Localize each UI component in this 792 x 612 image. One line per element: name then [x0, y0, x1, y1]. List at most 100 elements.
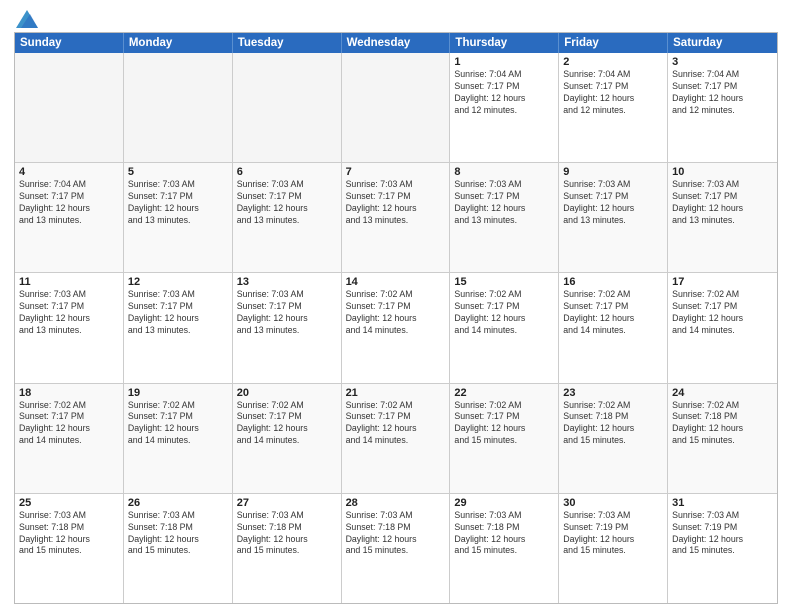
- calendar-cell: 7Sunrise: 7:03 AM Sunset: 7:17 PM Daylig…: [342, 163, 451, 272]
- cell-info: Sunrise: 7:03 AM Sunset: 7:18 PM Dayligh…: [128, 510, 228, 558]
- cell-info: Sunrise: 7:02 AM Sunset: 7:17 PM Dayligh…: [346, 289, 446, 337]
- cell-info: Sunrise: 7:03 AM Sunset: 7:17 PM Dayligh…: [128, 289, 228, 337]
- cell-info: Sunrise: 7:04 AM Sunset: 7:17 PM Dayligh…: [672, 69, 773, 117]
- day-number: 9: [563, 166, 663, 178]
- cell-info: Sunrise: 7:03 AM Sunset: 7:18 PM Dayligh…: [454, 510, 554, 558]
- cell-info: Sunrise: 7:03 AM Sunset: 7:17 PM Dayligh…: [128, 179, 228, 227]
- calendar-cell: 28Sunrise: 7:03 AM Sunset: 7:18 PM Dayli…: [342, 494, 451, 603]
- day-number: 8: [454, 166, 554, 178]
- calendar-cell: 18Sunrise: 7:02 AM Sunset: 7:17 PM Dayli…: [15, 384, 124, 493]
- cell-info: Sunrise: 7:02 AM Sunset: 7:17 PM Dayligh…: [563, 289, 663, 337]
- day-number: 23: [563, 387, 663, 399]
- day-number: 19: [128, 387, 228, 399]
- day-number: 22: [454, 387, 554, 399]
- day-number: 15: [454, 276, 554, 288]
- calendar-cell: [233, 53, 342, 162]
- calendar-cell: 16Sunrise: 7:02 AM Sunset: 7:17 PM Dayli…: [559, 273, 668, 382]
- calendar-cell: [124, 53, 233, 162]
- cell-info: Sunrise: 7:04 AM Sunset: 7:17 PM Dayligh…: [563, 69, 663, 117]
- cell-info: Sunrise: 7:02 AM Sunset: 7:17 PM Dayligh…: [237, 400, 337, 448]
- day-number: 30: [563, 497, 663, 509]
- day-number: 21: [346, 387, 446, 399]
- cell-info: Sunrise: 7:03 AM Sunset: 7:18 PM Dayligh…: [237, 510, 337, 558]
- calendar-body: 1Sunrise: 7:04 AM Sunset: 7:17 PM Daylig…: [15, 53, 777, 603]
- calendar-row-3: 11 Sunrise: 7:03 AM Sunset: 7:17 PM Dayli…: [15, 272, 777, 382]
- header-day-wednesday: Wednesday: [342, 33, 451, 53]
- day-number: 18: [19, 387, 119, 399]
- page: SundayMondayTuesdayWednesdayThursdayFrid…: [0, 0, 792, 612]
- calendar-cell: 11Sunrise: 7:03 AM Sunset: 7:17 PM Dayli…: [15, 273, 124, 382]
- calendar-row-4: 18Sunrise: 7:02 AM Sunset: 7:17 PM Dayli…: [15, 383, 777, 493]
- day-number: 10: [672, 166, 773, 178]
- calendar-row-1: 1Sunrise: 7:04 AM Sunset: 7:17 PM Daylig…: [15, 53, 777, 162]
- cell-info: Sunrise: 7:03 AM Sunset: 7:19 PM Dayligh…: [563, 510, 663, 558]
- calendar-cell: 27Sunrise: 7:03 AM Sunset: 7:18 PM Dayli…: [233, 494, 342, 603]
- calendar-cell: 13Sunrise: 7:03 AM Sunset: 7:17 PM Dayli…: [233, 273, 342, 382]
- cell-info: Sunrise: 7:02 AM Sunset: 7:17 PM Dayligh…: [454, 289, 554, 337]
- calendar-cell: [15, 53, 124, 162]
- header-day-monday: Monday: [124, 33, 233, 53]
- calendar-cell: 25Sunrise: 7:03 AM Sunset: 7:18 PM Dayli…: [15, 494, 124, 603]
- header-day-thursday: Thursday: [450, 33, 559, 53]
- calendar-cell: 2Sunrise: 7:04 AM Sunset: 7:17 PM Daylig…: [559, 53, 668, 162]
- logo: [14, 10, 38, 26]
- cell-info: Sunrise: 7:03 AM Sunset: 7:18 PM Dayligh…: [346, 510, 446, 558]
- day-number: 31: [672, 497, 773, 509]
- header: [14, 10, 778, 26]
- calendar-cell: 8Sunrise: 7:03 AM Sunset: 7:17 PM Daylig…: [450, 163, 559, 272]
- cell-info: Sunrise: 7:02 AM Sunset: 7:17 PM Dayligh…: [454, 400, 554, 448]
- cell-info: Sunrise: 7:02 AM Sunset: 7:18 PM Dayligh…: [672, 400, 773, 448]
- cell-info: Sunrise: 7:02 AM Sunset: 7:17 PM Dayligh…: [19, 400, 119, 448]
- day-number: 16: [563, 276, 663, 288]
- day-number: 24: [672, 387, 773, 399]
- day-number: 14: [346, 276, 446, 288]
- day-number: 17: [672, 276, 773, 288]
- calendar-cell: 19Sunrise: 7:02 AM Sunset: 7:17 PM Dayli…: [124, 384, 233, 493]
- header-day-sunday: Sunday: [15, 33, 124, 53]
- cell-info: Sunrise: 7:02 AM Sunset: 7:17 PM Dayligh…: [672, 289, 773, 337]
- calendar-cell: 5Sunrise: 7:03 AM Sunset: 7:17 PM Daylig…: [124, 163, 233, 272]
- calendar-cell: 31Sunrise: 7:03 AM Sunset: 7:19 PM Dayli…: [668, 494, 777, 603]
- day-number: 7: [346, 166, 446, 178]
- day-number: 2: [563, 56, 663, 68]
- cell-info: Sunrise: 7:03 AM Sunset: 7:17 PM Dayligh…: [237, 289, 337, 337]
- calendar-cell: 22Sunrise: 7:02 AM Sunset: 7:17 PM Dayli…: [450, 384, 559, 493]
- header-day-friday: Friday: [559, 33, 668, 53]
- cell-info: Sunrise: 7:04 AM Sunset: 7:17 PM Dayligh…: [19, 179, 119, 227]
- cell-info: Sunrise: 7:02 AM Sunset: 7:17 PM Dayligh…: [346, 400, 446, 448]
- calendar-cell: 17Sunrise: 7:02 AM Sunset: 7:17 PM Dayli…: [668, 273, 777, 382]
- calendar-cell: 1Sunrise: 7:04 AM Sunset: 7:17 PM Daylig…: [450, 53, 559, 162]
- logo-icon: [16, 10, 38, 28]
- calendar-cell: 14Sunrise: 7:02 AM Sunset: 7:17 PM Dayli…: [342, 273, 451, 382]
- calendar-header: SundayMondayTuesdayWednesdayThursdayFrid…: [15, 33, 777, 53]
- header-day-tuesday: Tuesday: [233, 33, 342, 53]
- calendar-cell: 29Sunrise: 7:03 AM Sunset: 7:18 PM Dayli…: [450, 494, 559, 603]
- cell-info: Sunrise: 7:03 AM Sunset: 7:17 PM Dayligh…: [563, 179, 663, 227]
- day-number: 27: [237, 497, 337, 509]
- day-number: 28: [346, 497, 446, 509]
- day-number: 26: [128, 497, 228, 509]
- day-number: 5: [128, 166, 228, 178]
- calendar-cell: 30Sunrise: 7:03 AM Sunset: 7:19 PM Dayli…: [559, 494, 668, 603]
- cell-info: Sunrise: 7:03 AM Sunset: 7:17 PM Dayligh…: [346, 179, 446, 227]
- cell-info: Sunrise: 7:04 AM Sunset: 7:17 PM Dayligh…: [454, 69, 554, 117]
- calendar-cell: 15Sunrise: 7:02 AM Sunset: 7:17 PM Dayli…: [450, 273, 559, 382]
- day-number: 25: [19, 497, 119, 509]
- calendar-row-5: 25Sunrise: 7:03 AM Sunset: 7:18 PM Dayli…: [15, 493, 777, 603]
- day-number: 29: [454, 497, 554, 509]
- day-number: 12: [128, 276, 228, 288]
- cell-info: Sunrise: 7:02 AM Sunset: 7:17 PM Dayligh…: [128, 400, 228, 448]
- day-number: 6: [237, 166, 337, 178]
- calendar-cell: [342, 53, 451, 162]
- cell-info: Sunrise: 7:03 AM Sunset: 7:17 PM Dayligh…: [672, 179, 773, 227]
- calendar-cell: 26Sunrise: 7:03 AM Sunset: 7:18 PM Dayli…: [124, 494, 233, 603]
- calendar-cell: 20Sunrise: 7:02 AM Sunset: 7:17 PM Dayli…: [233, 384, 342, 493]
- day-number: 4: [19, 166, 119, 178]
- day-number: 11: [19, 276, 119, 288]
- calendar-cell: 21Sunrise: 7:02 AM Sunset: 7:17 PM Dayli…: [342, 384, 451, 493]
- calendar-cell: 23Sunrise: 7:02 AM Sunset: 7:18 PM Dayli…: [559, 384, 668, 493]
- calendar-cell: 12Sunrise: 7:03 AM Sunset: 7:17 PM Dayli…: [124, 273, 233, 382]
- header-day-saturday: Saturday: [668, 33, 777, 53]
- calendar-cell: 4Sunrise: 7:04 AM Sunset: 7:17 PM Daylig…: [15, 163, 124, 272]
- cell-info: Sunrise: 7:03 AM Sunset: 7:18 PM Dayligh…: [19, 510, 119, 558]
